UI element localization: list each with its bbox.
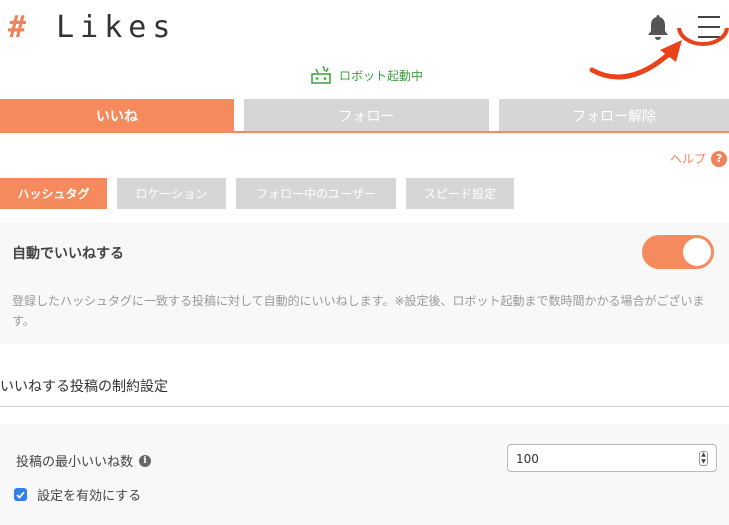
checkmark-icon — [16, 491, 25, 499]
section-divider — [0, 406, 729, 407]
min-likes-input[interactable] — [516, 450, 686, 468]
min-likes-input-box: ▲ ▼ — [507, 444, 717, 472]
logo-text: Likes — [56, 10, 177, 45]
tab-unfollow[interactable]: フォロー解除 — [499, 99, 729, 133]
toggle-knob — [683, 238, 711, 266]
hamburger-menu-icon[interactable] — [681, 8, 729, 46]
auto-like-title: 自動でいいねする — [12, 246, 124, 262]
number-stepper[interactable]: ▲ ▼ — [699, 451, 708, 466]
enable-label: 設定を有効にする — [37, 489, 142, 504]
question-icon: ? — [711, 150, 728, 167]
help-link[interactable]: ヘルプ ? — [670, 150, 728, 167]
tab-follow[interactable]: フォロー — [244, 99, 489, 133]
enable-setting-row[interactable]: 設定を有効にする — [14, 485, 141, 504]
logo-hash: # — [8, 10, 33, 45]
enable-checkbox[interactable] — [14, 488, 27, 501]
help-label: ヘルプ — [670, 152, 707, 166]
auto-like-toggle[interactable] — [642, 235, 714, 269]
robot-status: ロボット起動中 — [311, 66, 423, 84]
info-icon[interactable]: i — [139, 454, 152, 467]
constraints-card: 投稿の最小いいね数 i ▲ ▼ 設定を有効にする — [0, 424, 729, 525]
robot-icon — [311, 66, 331, 84]
robot-status-text: ロボット起動中 — [339, 68, 424, 83]
tab-likes[interactable]: いいね — [0, 99, 234, 133]
subtab-hashtag[interactable]: ハッシュタグ — [0, 178, 107, 209]
section-title: いいねする投稿の制約設定 — [0, 379, 168, 395]
auto-like-description: 登録したハッシュタグに一致する投稿に対して自動的にいいねします。※設定後、ロボッ… — [12, 294, 705, 328]
main-tabs: いいね フォロー フォロー解除 — [0, 99, 729, 133]
auto-like-card: 自動でいいねする 登録したハッシュタグに一致する投稿に対して自動的にいいねします… — [0, 223, 729, 344]
stepper-down-icon[interactable]: ▼ — [701, 458, 706, 465]
tabs-underline — [0, 131, 729, 133]
min-likes-label: 投稿の最小いいね数 — [16, 455, 134, 470]
app-logo: # Likes — [8, 10, 176, 45]
subtab-location[interactable]: ロケーション — [117, 178, 226, 209]
bell-icon[interactable] — [645, 14, 671, 42]
min-likes-label-row: 投稿の最小いいね数 i — [16, 451, 152, 470]
subtab-speed[interactable]: スピード設定 — [406, 178, 514, 209]
subtab-following-users[interactable]: フォロー中のユーザー — [236, 178, 396, 209]
